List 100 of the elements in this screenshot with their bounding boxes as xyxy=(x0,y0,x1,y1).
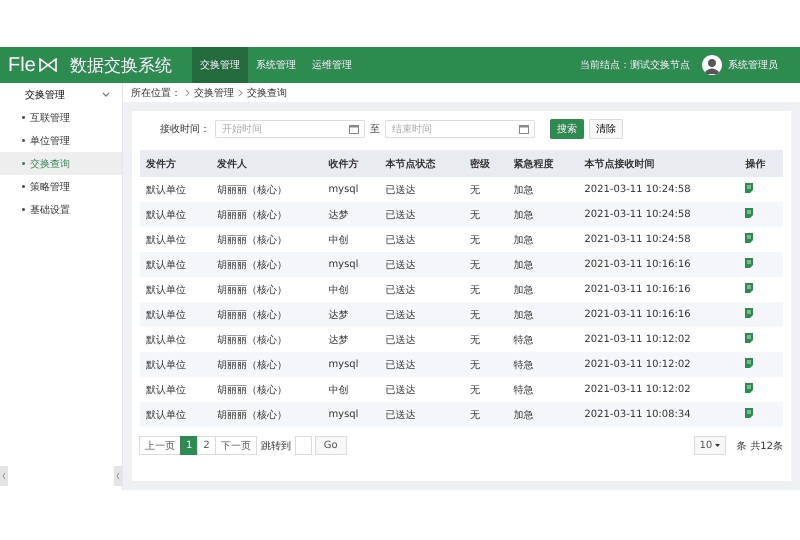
page-button[interactable]: 2 xyxy=(197,436,216,455)
table-cell: 已送达 xyxy=(380,177,464,202)
table-cell: 胡丽丽（核心） xyxy=(210,302,322,327)
table-cell: 默认单位 xyxy=(140,252,211,277)
table-cell: 2021-03-11 10:24:58 xyxy=(578,177,740,202)
document-icon[interactable] xyxy=(745,208,754,218)
table-cell: 特急 xyxy=(508,377,578,402)
table-cell: 默认单位 xyxy=(140,302,211,327)
calendar-icon xyxy=(519,124,529,134)
column-header: 本节点接收时间 xyxy=(578,150,740,177)
sidebar-item[interactable]: 交换查询 xyxy=(30,156,70,170)
caret-icon xyxy=(715,444,720,447)
document-icon[interactable] xyxy=(745,258,754,268)
nav-tab[interactable]: 交换管理 xyxy=(192,47,248,83)
table-cell: 特急 xyxy=(508,327,578,352)
breadcrumb-link[interactable]: 交换查询 xyxy=(247,86,287,100)
table-cell: 达梦 xyxy=(322,202,380,227)
document-icon[interactable] xyxy=(745,358,754,368)
table-cell: 无 xyxy=(464,202,508,227)
chevron-icon xyxy=(185,88,190,96)
collapse-handle-icon[interactable] xyxy=(114,466,122,486)
total-count: 共12条 xyxy=(750,440,783,452)
prev-page-button[interactable]: 上一页 xyxy=(139,436,181,455)
column-header: 密级 xyxy=(464,150,508,177)
column-header: 发件人 xyxy=(210,150,322,177)
document-icon[interactable] xyxy=(745,308,754,318)
search-button[interactable]: 搜索 xyxy=(550,119,584,139)
table-cell: 已送达 xyxy=(380,302,464,327)
breadcrumb-link[interactable]: 交换管理 xyxy=(194,86,234,100)
table-cell: 胡丽丽（核心） xyxy=(210,327,322,352)
table-cell: 无 xyxy=(464,227,508,252)
table-cell: 默认单位 xyxy=(140,227,211,252)
calendar-icon xyxy=(349,124,359,134)
table-cell: 2021-03-11 10:12:02 xyxy=(578,327,740,352)
table-cell: 胡丽丽（核心） xyxy=(210,227,322,252)
jump-label: 跳转到 xyxy=(260,440,291,452)
user-name[interactable]: 系统管理员 xyxy=(728,58,778,72)
document-icon[interactable] xyxy=(745,408,754,418)
table-cell: 无 xyxy=(464,177,508,202)
filter-label: 接收时间： xyxy=(160,122,210,136)
table-cell: 已送达 xyxy=(380,202,464,227)
table-cell: 2021-03-11 10:12:02 xyxy=(578,377,740,402)
page-size-dropdown[interactable]: 10 xyxy=(694,436,726,455)
date-field[interactable]: 结束时间 xyxy=(385,120,535,138)
sidebar-item[interactable]: 基础设置 xyxy=(30,202,70,216)
bowtie-icon xyxy=(38,58,57,72)
breadcrumb-label: 所在位置： xyxy=(131,86,181,100)
table-cell: 默认单位 xyxy=(140,377,211,402)
table-cell: mysql xyxy=(322,252,380,277)
column-header: 发件方 xyxy=(140,150,211,177)
document-icon[interactable] xyxy=(745,333,754,343)
document-icon[interactable] xyxy=(745,233,754,243)
collapse-handle-icon[interactable] xyxy=(0,466,8,486)
date-field[interactable]: 开始时间 xyxy=(215,120,365,138)
table-cell: 加急 xyxy=(508,252,578,277)
table-cell: 默认单位 xyxy=(140,202,211,227)
clear-button[interactable]: 清除 xyxy=(589,119,623,139)
table-cell: 胡丽丽（核心） xyxy=(210,377,322,402)
page-input[interactable] xyxy=(294,436,312,455)
table-cell: 胡丽丽（核心） xyxy=(210,202,322,227)
table-cell: 已送达 xyxy=(380,327,464,352)
chevron-icon xyxy=(238,88,243,96)
sidebar-item[interactable]: 互联管理 xyxy=(30,110,70,124)
table-cell: 已送达 xyxy=(380,277,464,302)
page-button[interactable]: 1 xyxy=(180,436,198,455)
table-cell: 默认单位 xyxy=(140,352,211,377)
go-button[interactable]: Go xyxy=(314,436,347,455)
table-cell: 2021-03-11 10:24:58 xyxy=(578,202,740,227)
sidebar-item[interactable]: 单位管理 xyxy=(30,134,70,148)
next-page-button[interactable]: 下一页 xyxy=(214,436,257,455)
current-node-label: 当前结点：测试交换节点 xyxy=(580,58,690,72)
table-cell: 已送达 xyxy=(380,377,464,402)
sidebar-item[interactable]: 策略管理 xyxy=(30,180,70,194)
table-cell: 中创 xyxy=(322,227,380,252)
table-cell: 达梦 xyxy=(322,302,380,327)
bullet-icon xyxy=(22,185,25,188)
table-cell: 达梦 xyxy=(322,327,380,352)
column-header: 收件方 xyxy=(322,150,380,177)
table-cell: 已送达 xyxy=(380,352,464,377)
range-separator: 至 xyxy=(370,123,380,136)
document-icon[interactable] xyxy=(745,383,754,393)
table-cell: 加急 xyxy=(508,202,578,227)
table-cell: 中创 xyxy=(322,277,380,302)
table-cell: 2021-03-11 10:16:16 xyxy=(578,252,740,277)
bullet-icon xyxy=(22,162,25,165)
avatar-icon[interactable] xyxy=(702,55,722,75)
unit-label: 条 xyxy=(736,440,746,452)
document-icon[interactable] xyxy=(745,283,754,293)
table-cell: 胡丽丽（核心） xyxy=(210,177,322,202)
table-cell: 2021-03-11 10:08:34 xyxy=(578,402,740,427)
table-cell: 默认单位 xyxy=(140,402,211,427)
nav-tab[interactable]: 系统管理 xyxy=(248,47,304,83)
nav-tab[interactable]: 运维管理 xyxy=(304,47,360,83)
table-cell: 无 xyxy=(464,277,508,302)
table-cell: 中创 xyxy=(322,377,380,402)
table-cell: 2021-03-11 10:24:58 xyxy=(578,227,740,252)
logo-text: Fle xyxy=(8,54,36,76)
table-cell: 2021-03-11 10:16:16 xyxy=(578,302,740,327)
document-icon[interactable] xyxy=(745,183,754,193)
table-cell: 已送达 xyxy=(380,402,464,427)
